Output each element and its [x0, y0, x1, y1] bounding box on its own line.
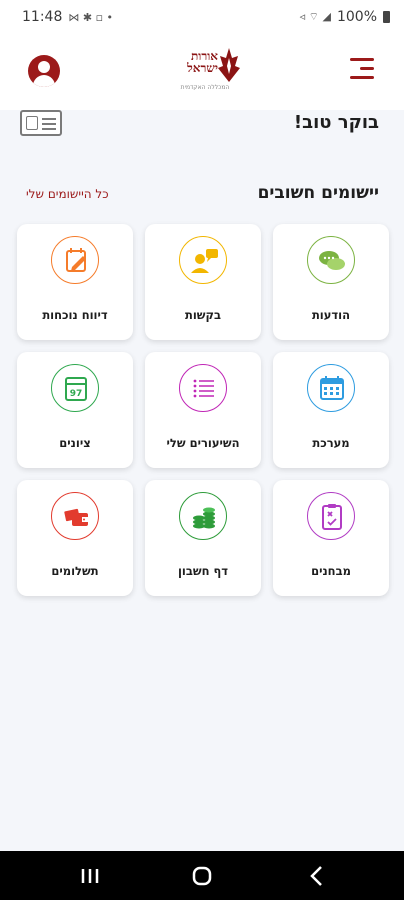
- tile-icon-circle: [51, 492, 99, 540]
- tile-account-statement[interactable]: דף חשבון: [145, 480, 261, 596]
- tile-label: תשלומים: [51, 564, 99, 578]
- student-card-button[interactable]: [20, 110, 62, 136]
- greeting-row: בוקר טוב!: [0, 110, 404, 160]
- chat-icon: [319, 251, 345, 270]
- tile-my-lessons[interactable]: השיעורים שלי: [145, 352, 261, 468]
- tile-label: דיווח נוכחות: [42, 308, 108, 322]
- id-card-line: [42, 118, 56, 120]
- home-icon: [192, 866, 212, 886]
- system-navigation-bar: [0, 851, 404, 900]
- tile-icon-circle: [307, 236, 355, 284]
- profile-avatar-button[interactable]: [28, 55, 60, 87]
- tile-label: מבחנים: [311, 564, 351, 578]
- tile-icon-circle: [307, 364, 355, 412]
- home-button[interactable]: [172, 851, 232, 900]
- app-header: אורות ישראל המכללה האקדמית: [0, 34, 404, 110]
- section-title: יישומים חשובים: [257, 183, 379, 203]
- logo-line-2: ישראל: [187, 61, 218, 75]
- status-time: 11:48: [22, 9, 63, 25]
- hamburger-menu-button[interactable]: [350, 56, 374, 82]
- tile-exams[interactable]: מבחנים: [273, 480, 389, 596]
- tile-icon-circle: [179, 364, 227, 412]
- menu-line: [350, 76, 374, 79]
- battery-icon: [383, 11, 390, 23]
- notification-icons: ⋈ ✱ ▫ •: [68, 10, 114, 24]
- tile-icon-circle: [179, 236, 227, 284]
- tile-messages[interactable]: הודעות: [273, 224, 389, 340]
- id-card-line: [42, 123, 56, 125]
- avatar-shoulders: [33, 75, 55, 87]
- id-card-line: [42, 128, 56, 130]
- recent-apps-icon: [81, 869, 99, 883]
- wallet-icon: [64, 508, 88, 526]
- svg-text:97: 97: [70, 389, 83, 399]
- tile-label: השיעורים שלי: [166, 436, 240, 450]
- menu-line: [360, 67, 374, 70]
- tile-label: בקשות: [184, 308, 221, 322]
- menu-line: [350, 58, 374, 61]
- tile-schedule[interactable]: מערכת: [273, 352, 389, 468]
- tile-requests[interactable]: בקשות: [145, 224, 261, 340]
- edit-calendar-icon: [66, 248, 86, 272]
- grades-icon: 97: [65, 377, 87, 401]
- back-icon: [310, 866, 322, 886]
- exam-icon: [322, 504, 342, 530]
- tile-attendance-report[interactable]: דיווח נוכחות: [17, 224, 133, 340]
- id-card-icon: [26, 116, 38, 130]
- all-apps-link[interactable]: כל היישומים שלי: [26, 187, 109, 201]
- coins-icon: [193, 507, 215, 529]
- signal-icons: ◃ ⌔ ◢: [299, 10, 331, 23]
- logo-subtitle: המכללה האקדמית: [180, 84, 230, 91]
- logo-wordmark: אורות ישראל: [187, 50, 218, 74]
- tile-icon-circle: [179, 492, 227, 540]
- back-button[interactable]: [286, 851, 346, 900]
- tile-icon-circle: [307, 492, 355, 540]
- tile-payments[interactable]: תשלומים: [17, 480, 133, 596]
- recent-apps-button[interactable]: [60, 851, 120, 900]
- request-icon: [191, 249, 218, 273]
- greeting-text: בוקר טוב!: [293, 112, 379, 133]
- tile-label: מערכת: [312, 436, 350, 450]
- tile-icon-circle: 97: [51, 364, 99, 412]
- app-logo: אורות ישראל המכללה האקדמית: [168, 46, 240, 96]
- calendar-icon: [320, 376, 344, 400]
- status-bar: 11:48 ⋈ ✱ ▫ • ◃ ⌔ ◢ 100%: [0, 0, 404, 34]
- status-right: ◃ ⌔ ◢ 100%: [300, 9, 390, 25]
- tile-label: דף חשבון: [177, 564, 229, 578]
- logo-flame-icon: [218, 48, 240, 82]
- tile-grades[interactable]: 97 ציונים: [17, 352, 133, 468]
- tile-label: הודעות: [311, 308, 351, 322]
- avatar-head: [38, 61, 50, 73]
- tile-icon-circle: [51, 236, 99, 284]
- tile-label: ציונים: [59, 436, 91, 450]
- status-left: 11:48 ⋈ ✱ ▫ •: [22, 9, 113, 25]
- list-icon: [193, 379, 214, 398]
- battery-level: 100%: [336, 9, 377, 25]
